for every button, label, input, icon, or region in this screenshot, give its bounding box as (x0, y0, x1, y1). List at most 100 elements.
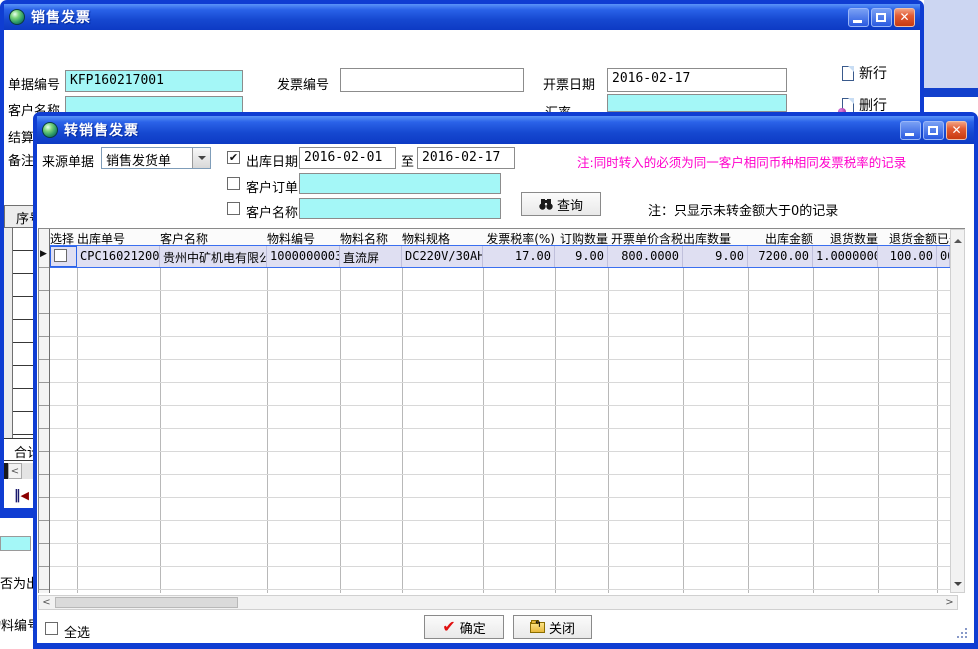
customer-name-checkbox[interactable] (227, 202, 240, 215)
minimize-button[interactable] (848, 8, 869, 27)
bg-scroll-left-icon[interactable]: < (8, 463, 22, 479)
screen: 是否为出口 物料编号 销售发票 ✕ 单据编号 KFP160217001 发票编号… (0, 0, 978, 649)
date-from-field[interactable]: 2016-02-01 (299, 147, 396, 169)
dialog-close-button[interactable]: ✕ (946, 121, 967, 140)
col-out-amount[interactable]: 出库金额 (748, 229, 813, 245)
invoice-no-field[interactable] (340, 68, 524, 92)
select-all-checkbox[interactable] (45, 622, 58, 635)
customer-order-checkbox[interactable] (227, 177, 240, 190)
sales-invoice-titlebar[interactable]: 销售发票 ✕ (4, 4, 920, 30)
select-all-label: 全选 (64, 622, 90, 641)
behind-cyan-field (0, 536, 31, 551)
dialog-minimize-button[interactable] (900, 121, 921, 140)
customer-order-field[interactable] (299, 173, 501, 194)
doc-no-field[interactable]: KFP160217001 (65, 70, 243, 92)
row-selector-strip: ▶ (38, 229, 50, 593)
date-to-field[interactable]: 2016-02-17 (417, 147, 515, 169)
result-table: ▶ 选择 出库单号 客户名称 物料编号 物料名称 物料规格 (38, 228, 965, 593)
cell-out-qty: 9.00 (683, 246, 748, 267)
doc-no-label: 单据编号 (8, 74, 60, 93)
hscroll-right-icon[interactable]: > (943, 596, 956, 609)
scroll-down-icon[interactable] (951, 577, 964, 591)
mdi-background-fragment (924, 0, 978, 88)
cell-material-no: 1000000003 (267, 246, 340, 267)
bg-grid-total-row: 合计 (4, 438, 35, 461)
cell-opened: 00 (937, 246, 950, 267)
invoice-date-field[interactable]: 2016-02-17 (607, 68, 787, 92)
cell-order-qty: 9.00 (555, 246, 608, 267)
cell-return-qty: 1.00000000 (813, 246, 878, 267)
scroll-up-icon[interactable] (951, 231, 964, 245)
nav-first-icon: ◀ (21, 489, 29, 502)
col-order-qty[interactable]: 订购数量 (555, 229, 608, 245)
hscroll-thumb[interactable] (55, 597, 238, 608)
app-globe-icon (9, 9, 25, 25)
bg-grid-header: 序号 (4, 205, 35, 228)
mdi-border-fragment (924, 88, 978, 97)
empty-grid-rows (50, 268, 950, 593)
cell-customer: 贵州中矿机电有限公司 (160, 246, 267, 267)
new-row-button[interactable]: 新行 (842, 63, 887, 83)
col-out-qty[interactable]: 出库数量 (683, 229, 748, 245)
col-opened[interactable]: 已开 (937, 229, 950, 245)
row-select-checkbox[interactable] (54, 249, 67, 262)
cell-out-amount: 7200.00 (748, 246, 813, 267)
rule-note: 注:同时转入的必须为同一客户相同币种相同发票税率的记录 (577, 152, 906, 171)
window-title: 销售发票 (31, 7, 91, 27)
dropdown-arrow-icon[interactable] (192, 148, 210, 168)
col-return-qty[interactable]: 退货数量 (813, 229, 878, 245)
dialog-title: 转销售发票 (64, 120, 139, 140)
behind-window-fragment: 是否为出口 物料编号 (0, 518, 37, 649)
close-button[interactable]: ✕ (894, 8, 915, 27)
source-doc-value: 销售发货单 (102, 148, 192, 168)
col-material-name[interactable]: 物料名称 (340, 229, 402, 245)
date-filter-checkbox[interactable]: ✔ (227, 151, 240, 164)
dialog-maximize-button[interactable] (923, 121, 944, 140)
cell-spec: DC220V/30AH (402, 246, 483, 267)
behind-material-label: 物料编号 (0, 615, 37, 634)
resize-grip[interactable] (957, 636, 959, 638)
exchange-rate-field[interactable] (607, 94, 787, 112)
dialog-globe-icon (42, 122, 58, 138)
date-to-label: 至 (401, 151, 414, 170)
source-doc-label: 来源单据 (42, 151, 94, 170)
table-vscrollbar[interactable] (950, 229, 965, 593)
close-button-label: 关闭 (549, 618, 575, 637)
bg-grid-rows (4, 228, 35, 438)
col-customer[interactable]: 客户名称 (160, 229, 267, 245)
date-filter-label: 出库日期 (246, 151, 298, 170)
new-row-icon (842, 66, 854, 81)
ok-button-label: 确定 (460, 618, 486, 637)
cell-return-amount: 100.00 (878, 246, 937, 267)
col-material-no[interactable]: 物料编号 (267, 229, 340, 245)
transfer-invoice-dialog: 转销售发票 ✕ 来源单据 销售发货单 ✔ 出库日期 2016-02-01 至 2… (33, 112, 978, 649)
col-return-amount[interactable]: 退货金额 (878, 229, 937, 245)
current-row-arrow-icon: ▶ (40, 249, 47, 259)
table-header-row: 选择 出库单号 客户名称 物料编号 物料名称 物料规格 发票税率(%) 订购数量… (50, 229, 950, 245)
new-row-label: 新行 (859, 63, 887, 83)
col-tax-rate[interactable]: 发票税率(%) (483, 229, 555, 245)
binoculars-icon (539, 199, 553, 210)
invoice-date-label: 开票日期 (543, 74, 595, 93)
hscroll-left-icon[interactable]: < (40, 596, 53, 609)
table-hscrollbar[interactable]: < > (38, 595, 958, 610)
ok-button[interactable]: ✔ 确定 (424, 615, 504, 639)
close-dialog-button[interactable]: 关闭 (513, 615, 592, 639)
cell-price: 800.0000 (608, 246, 683, 267)
behind-export-label: 是否为出口 (0, 573, 37, 592)
customer-name-filter-label: 客户名称 (246, 202, 298, 221)
col-out-no[interactable]: 出库单号 (77, 229, 160, 245)
bg-record-nav[interactable]: ‖◀ (14, 488, 29, 503)
delete-row-icon (842, 98, 854, 113)
source-doc-select[interactable]: 销售发货单 (101, 147, 211, 169)
cell-material-name: 直流屏 (340, 246, 402, 267)
customer-name-filter-field[interactable] (299, 198, 501, 219)
maximize-button[interactable] (871, 8, 892, 27)
col-spec[interactable]: 物料规格 (402, 229, 483, 245)
query-button[interactable]: 查询 (521, 192, 601, 216)
close-folder-icon (530, 622, 545, 633)
col-price[interactable]: 开票单价含税 (608, 229, 683, 245)
col-select[interactable]: 选择 (50, 229, 77, 245)
table-row[interactable]: CPC160212001 贵州中矿机电有限公司 1000000003 直流屏 D… (50, 245, 950, 268)
dialog-titlebar[interactable]: 转销售发票 ✕ (37, 116, 974, 144)
